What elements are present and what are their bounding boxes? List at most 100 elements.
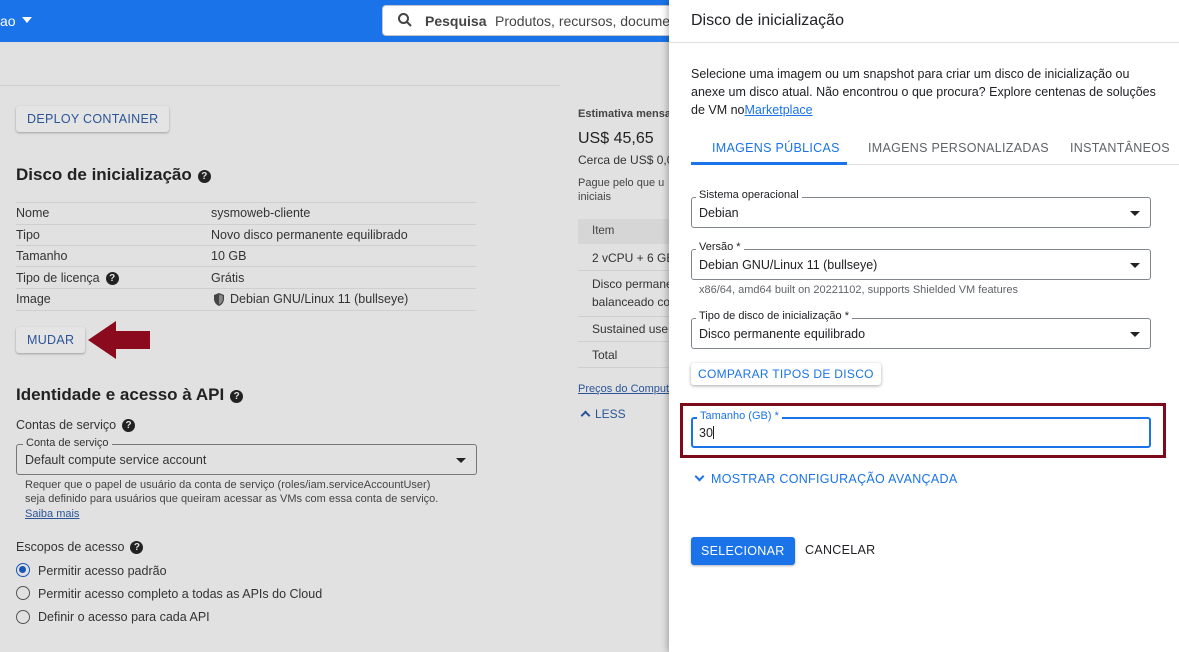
arrow-left-icon: [88, 321, 150, 359]
divider: [578, 367, 678, 368]
estimate-note-2: iniciais: [578, 191, 612, 203]
compare-disk-types-button[interactable]: COMPARAR TIPOS DE DISCO: [691, 363, 881, 385]
radio-per-api-access[interactable]: [16, 610, 30, 624]
row-value-name: sysmoweb-cliente: [211, 206, 311, 220]
select-button[interactable]: SELECIONAR: [691, 537, 795, 565]
radio-default-access-label: Permitir acesso padrão: [38, 564, 167, 578]
marketplace-link[interactable]: Marketplace: [745, 103, 813, 117]
radio-full-access-label: Permitir acesso completo a todas as APIs…: [38, 587, 323, 601]
divider: [578, 316, 678, 317]
size-input[interactable]: Tamanho (GB) * 30: [691, 410, 1151, 448]
text-cursor: [712, 426, 714, 439]
os-value: Debian: [699, 206, 739, 220]
row-value-image: Debian GNU/Linux 11 (bullseye): [230, 292, 409, 306]
chevron-down-icon: [456, 458, 466, 463]
size-value: 30: [699, 426, 714, 440]
shield-icon: [214, 293, 224, 306]
show-advanced-toggle[interactable]: MOSTRAR CONFIGURAÇÃO AVANÇADA: [693, 471, 957, 486]
radio-per-api-access-label: Definir o acesso para cada API: [38, 610, 210, 624]
service-account-field-label: Conta de serviço: [23, 437, 112, 449]
chevron-down-icon: [1130, 263, 1140, 268]
divider: [16, 310, 476, 311]
version-select[interactable]: Versão * Debian GNU/Linux 11 (bullseye): [691, 241, 1151, 280]
row-label-type: Tipo: [16, 228, 40, 242]
service-account-value: Default compute service account: [25, 453, 207, 467]
disk-type-value: Disco permanente equilibrado: [699, 327, 866, 341]
chevron-down-icon: [1130, 332, 1140, 337]
change-button[interactable]: MUDAR: [16, 327, 86, 353]
estimate-header-item: Item: [592, 225, 615, 237]
version-hint: x86/64, amd64 built on 20221102, support…: [699, 284, 1019, 296]
estimate-hourly: Cerca de US$ 0,0: [578, 153, 674, 167]
estimate-row: 2 vCPU + 6 GB: [592, 251, 675, 265]
help-icon[interactable]: ?: [230, 390, 244, 403]
deploy-container-button[interactable]: DEPLOY CONTAINER: [16, 106, 170, 132]
estimate-row: Disco permane: [592, 277, 673, 291]
top-app-bar: ao Pesquisa Produtos, recursos, docume: [0, 0, 682, 42]
disk-type-label: Tipo de disco de inicialização *: [696, 310, 853, 322]
estimate-price: US$ 45,65: [578, 130, 654, 147]
divider: [16, 202, 476, 203]
row-label-license: Tipo de licença?: [16, 271, 119, 285]
help-icon[interactable]: ?: [105, 272, 119, 285]
disk-type-select[interactable]: Tipo de disco de inicialização * Disco p…: [691, 310, 1151, 349]
row-label-name: Nome: [16, 206, 50, 220]
access-scopes-label: Escopos de acesso?: [16, 540, 144, 554]
estimate-label: Estimativa mensa: [578, 108, 671, 120]
cancel-button[interactable]: CANCELAR: [805, 543, 875, 557]
row-value-license: Grátis: [211, 271, 245, 285]
service-accounts-label: Contas de serviço?: [16, 418, 136, 432]
boot-disk-heading: Disco de inicialização?: [16, 165, 211, 185]
help-icon[interactable]: ?: [197, 170, 211, 183]
panel-description: Selecione uma imagem ou um snapshot para…: [691, 67, 1156, 117]
divider: [578, 270, 678, 271]
service-account-select[interactable]: Conta de serviço Default compute service…: [16, 437, 477, 475]
estimate-row: Sustained use: [592, 322, 669, 336]
radio-full-access[interactable]: [16, 586, 30, 600]
tab-snapshots[interactable]: INSTANTÂNEOS: [1070, 141, 1170, 155]
size-label: Tamanho (GB) *: [697, 410, 782, 422]
less-toggle[interactable]: LESS: [580, 407, 626, 421]
row-label-image: Image: [16, 292, 51, 306]
estimate-row: balanceado co: [592, 295, 671, 309]
os-label: Sistema operacional: [696, 189, 802, 201]
search-input[interactable]: Pesquisa Produtos, recursos, docume: [382, 5, 682, 36]
service-account-help-1: Requer que o papel de usuário da conta d…: [25, 479, 431, 491]
divider: [669, 42, 1179, 43]
version-label: Versão *: [696, 241, 744, 253]
identity-heading: Identidade e acesso à API?: [16, 385, 244, 405]
chevron-down-icon: [694, 471, 705, 482]
service-account-help-2: seja definido para usuários que queiram …: [25, 493, 439, 505]
row-value-type: Novo disco permanente equilibrado: [211, 228, 408, 242]
pricing-link[interactable]: Preços do Comput: [578, 383, 669, 395]
help-icon[interactable]: ?: [122, 419, 136, 432]
divider: [0, 85, 560, 86]
project-selector[interactable]: ao: [0, 13, 16, 29]
chevron-down-icon[interactable]: [22, 17, 32, 23]
panel-title: Disco de inicialização: [691, 12, 844, 29]
tab-public-images[interactable]: IMAGENS PÚBLICAS: [712, 141, 840, 155]
row-value-size: 10 GB: [211, 249, 247, 263]
chevron-down-icon: [1130, 211, 1140, 216]
search-icon: [398, 13, 412, 27]
radio-default-access[interactable]: [16, 563, 30, 577]
search-label: Pesquisa: [425, 13, 487, 29]
divider: [16, 288, 476, 289]
divider: [16, 224, 476, 225]
divider: [578, 341, 678, 342]
estimate-note-1: Pague pelo que u: [578, 177, 665, 189]
os-select[interactable]: Sistema operacional Debian: [691, 189, 1151, 228]
divider: [16, 245, 476, 246]
search-placeholder: Produtos, recursos, docume: [495, 13, 671, 29]
row-label-size: Tamanho: [16, 249, 68, 263]
chevron-up-icon: [580, 410, 591, 421]
estimate-row-total: Total: [592, 348, 618, 362]
divider: [16, 266, 476, 267]
learn-more-link[interactable]: Saiba mais: [25, 508, 79, 520]
image-tabs: IMAGENS PÚBLICAS IMAGENS PERSONALIZADAS …: [691, 133, 1179, 165]
boot-disk-panel: Disco de inicialização Selecione uma ima…: [669, 0, 1179, 652]
version-value: Debian GNU/Linux 11 (bullseye): [699, 258, 878, 272]
help-icon[interactable]: ?: [130, 541, 144, 554]
active-tab-indicator: [691, 162, 847, 165]
tab-custom-images[interactable]: IMAGENS PERSONALIZADAS: [868, 141, 1049, 155]
